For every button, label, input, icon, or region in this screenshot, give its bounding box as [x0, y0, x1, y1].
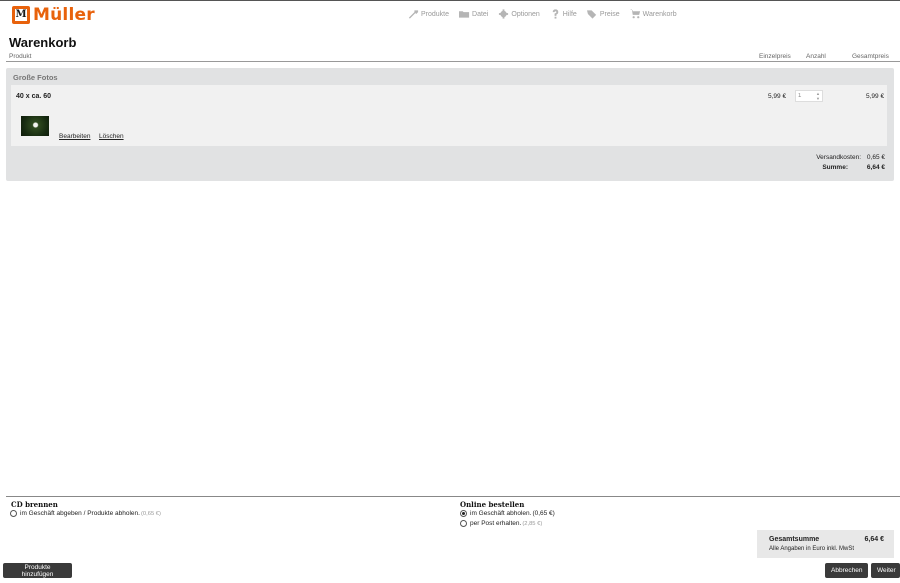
grand-total-value: 6,64 € [864, 536, 884, 543]
item-name: 40 x ca. 60 [16, 93, 52, 100]
folder-icon [459, 11, 470, 18]
cart-icon [629, 9, 640, 19]
header-divider [6, 61, 900, 62]
item-unit-price: 5,99 € [768, 93, 787, 100]
nav-label: Produkte [421, 10, 450, 18]
group-title: Große Fotos [13, 73, 58, 82]
cart-item: 40 x ca. 60 5,99 € ▲ ▼ 5,99 € Bearbeiten… [11, 85, 887, 146]
nav-produkte[interactable]: Produkte [408, 9, 449, 19]
question-icon [552, 9, 559, 19]
order-option-store-pickup[interactable]: im Geschäft abholen. (0,65 €) [460, 510, 555, 517]
option-label: im Geschäft abholen. [470, 510, 532, 517]
item-total-price: 5,99 € [866, 93, 885, 100]
next-button[interactable]: Weiter [871, 563, 900, 578]
radio-button[interactable] [10, 510, 17, 517]
quantity-down-icon[interactable]: ▼ [815, 96, 821, 101]
brand-logo-mark: M [12, 6, 30, 24]
column-header-total-price: Gesamtpreis [852, 53, 889, 60]
nav-preise[interactable]: Preise [586, 9, 620, 19]
cancel-button[interactable]: Abbrechen [825, 563, 868, 578]
radio-button[interactable] [460, 520, 467, 527]
grand-total-label: Gesamtsumme [769, 536, 820, 543]
price-tags-icon [586, 10, 596, 19]
cart-group: Große Fotos 40 x ca. 60 5,99 € ▲ ▼ 5,99 … [6, 68, 894, 181]
quantity-stepper[interactable]: ▲ ▼ [795, 90, 823, 102]
order-section-title: Online bestellen [460, 500, 525, 509]
column-header-quantity: Anzahl [806, 53, 826, 60]
nav-label: Datei [472, 10, 489, 18]
option-price: (0,65 €) [532, 510, 555, 517]
option-label: im Geschäft abgeben / Produkte abholen. [20, 510, 140, 517]
nav-label: Preise [599, 10, 620, 18]
edit-link[interactable]: Bearbeiten [59, 133, 90, 140]
option-label: per Post erhalten. [470, 520, 522, 527]
nav-label: Warenkorb [642, 10, 677, 18]
total-summary: Gesamtsumme 6,64 € Alle Angaben in Euro … [757, 530, 894, 558]
shipping-value: 0,65 € [866, 154, 885, 161]
sum-value: 6,64 € [866, 164, 885, 171]
column-header-unit-price: Einzelpreis [759, 53, 791, 60]
add-products-button[interactable]: Produkte hinzufügen [3, 563, 72, 578]
option-price: (2,85 €) [522, 520, 543, 527]
nav-hilfe[interactable]: Hilfe [550, 9, 577, 19]
brand-logo-letter: M [15, 9, 27, 21]
nav-warenkorb[interactable]: Warenkorb [629, 9, 677, 19]
options-divider [6, 496, 900, 497]
cd-section-title: CD brennen [11, 500, 58, 509]
column-header-product: Produkt [9, 53, 32, 60]
item-thumbnail[interactable] [21, 116, 49, 136]
order-option-post[interactable]: per Post erhalten. (2,85 €) [460, 520, 542, 527]
delete-link[interactable]: Löschen [99, 133, 124, 140]
brand-name: Müller [33, 5, 95, 25]
nav-label: Hilfe [562, 10, 577, 18]
shipping-label: Versandkosten: [816, 154, 861, 161]
nav-datei[interactable]: Datei [459, 9, 488, 19]
quantity-input[interactable] [796, 91, 816, 101]
nav-optionen[interactable]: Optionen [498, 9, 540, 19]
top-navigation: Produkte Datei Optionen Hilfe Preise War… [408, 9, 677, 19]
vat-note: Alle Angaben in Euro inkl. MwSt [769, 546, 855, 552]
option-price: (0,65 €) [140, 510, 161, 517]
page-title: Warenkorb [9, 35, 77, 50]
brand-logo[interactable]: M Müller [12, 5, 95, 25]
cd-option-pickup[interactable]: im Geschäft abgeben / Produkte abholen. … [10, 510, 161, 517]
tools-icon [408, 10, 419, 19]
radio-button-selected[interactable] [460, 510, 467, 517]
top-border [0, 0, 900, 1]
gear-icon [499, 9, 509, 19]
nav-label: Optionen [511, 10, 540, 18]
sum-label: Summe: [822, 164, 848, 171]
